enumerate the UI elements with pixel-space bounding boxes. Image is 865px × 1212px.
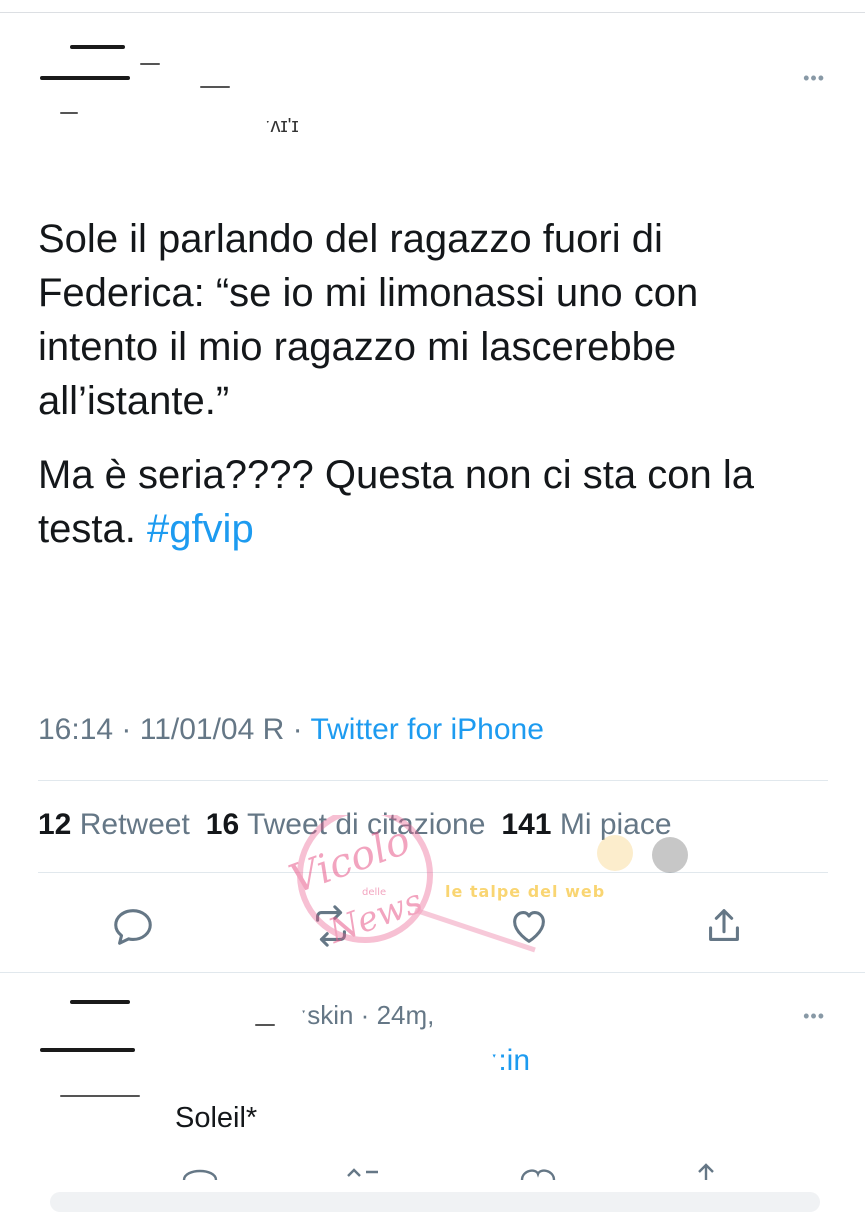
redacted-mark bbox=[60, 112, 78, 114]
share-icon bbox=[709, 909, 739, 941]
likes-stat[interactable]: 141 Mi piace bbox=[501, 808, 671, 841]
meta-separator: · bbox=[284, 713, 311, 746]
more-options-icon[interactable]: ••• bbox=[803, 68, 825, 89]
reply-text: Soleil* bbox=[175, 1102, 258, 1134]
tweet-stats: 12 Retweet 16 Tweet di citazione 141 Mi pi… bbox=[38, 808, 672, 842]
like-icon bbox=[520, 1169, 556, 1181]
like-icon bbox=[513, 911, 545, 943]
redacted-mark bbox=[255, 1024, 275, 1026]
watermark-text-4: le talpe del web bbox=[445, 882, 605, 901]
redacted-mark bbox=[40, 1048, 135, 1052]
reply-handle-fragment: ˑskin · 24ɱ, bbox=[300, 1000, 435, 1030]
tweet-body: Sole il parlando del ragazzo fuori di Fe… bbox=[38, 212, 828, 576]
bottom-compose-bar[interactable] bbox=[50, 1192, 820, 1212]
reply-icon bbox=[182, 1169, 218, 1181]
tweet-last-text: Ma è seria???? Questa non ci sta con la … bbox=[38, 453, 754, 551]
reply-handle-fragment-2: ˑ:in bbox=[490, 1044, 531, 1077]
reply-share-button[interactable] bbox=[684, 1160, 728, 1180]
redacted-mark bbox=[200, 86, 230, 88]
share-button[interactable] bbox=[701, 903, 747, 949]
quotes-label: Tweet di citazione bbox=[246, 808, 486, 841]
like-button[interactable] bbox=[506, 903, 552, 949]
reply-button[interactable] bbox=[110, 903, 156, 949]
tweet-paragraph: Sole il parlando del ragazzo fuori di Fe… bbox=[38, 217, 699, 423]
retweet-icon bbox=[347, 1168, 378, 1177]
hashtag-link[interactable]: #gfvip bbox=[147, 507, 254, 551]
reply-more-options-icon[interactable]: ••• bbox=[803, 1006, 825, 1027]
quotes-count: 16 bbox=[205, 808, 240, 841]
watermark-text-2: delle bbox=[362, 887, 386, 898]
tweet-source-link[interactable]: Twitter for iPhone bbox=[310, 713, 543, 746]
share-icon bbox=[698, 1163, 714, 1180]
redacted-mark bbox=[60, 1095, 140, 1097]
retweets-stat[interactable]: 12 Retweet bbox=[38, 808, 190, 841]
meta-separator: · bbox=[113, 713, 140, 746]
redacted-avatar-mark bbox=[70, 45, 125, 49]
tweet-meta: 16:14 · 11/01/04 R · Twitter for iPhone bbox=[38, 713, 544, 747]
retweet-button[interactable] bbox=[308, 903, 354, 949]
top-divider bbox=[0, 12, 865, 13]
redacted-mark bbox=[70, 1000, 130, 1004]
likes-count: 141 bbox=[501, 808, 552, 841]
tweet-paragraph: Ma è seria???? Questa non ci sta con la … bbox=[38, 448, 828, 556]
tweet-date[interactable]: 11/01/04 R bbox=[140, 713, 285, 746]
likes-label: Mi piace bbox=[559, 808, 672, 841]
divider bbox=[38, 872, 828, 873]
reply-reply-button[interactable] bbox=[178, 1160, 222, 1181]
retweet-icon bbox=[316, 905, 346, 947]
reply-icon bbox=[114, 909, 152, 945]
tweet-time[interactable]: 16:14 bbox=[38, 713, 113, 746]
reply-divider bbox=[0, 972, 865, 973]
retweets-count: 12 bbox=[38, 808, 72, 841]
author-handle-fragment: ˑʌɪ'ɪ bbox=[265, 115, 299, 137]
divider bbox=[38, 780, 828, 781]
redacted-name-mark bbox=[40, 76, 130, 80]
reply-retweet-button[interactable] bbox=[342, 1160, 386, 1180]
quotes-stat[interactable]: 16 Tweet di citazione bbox=[206, 808, 486, 841]
reply-like-button[interactable] bbox=[516, 1160, 560, 1181]
retweets-label: Retweet bbox=[79, 808, 190, 841]
redacted-mark bbox=[140, 63, 160, 65]
